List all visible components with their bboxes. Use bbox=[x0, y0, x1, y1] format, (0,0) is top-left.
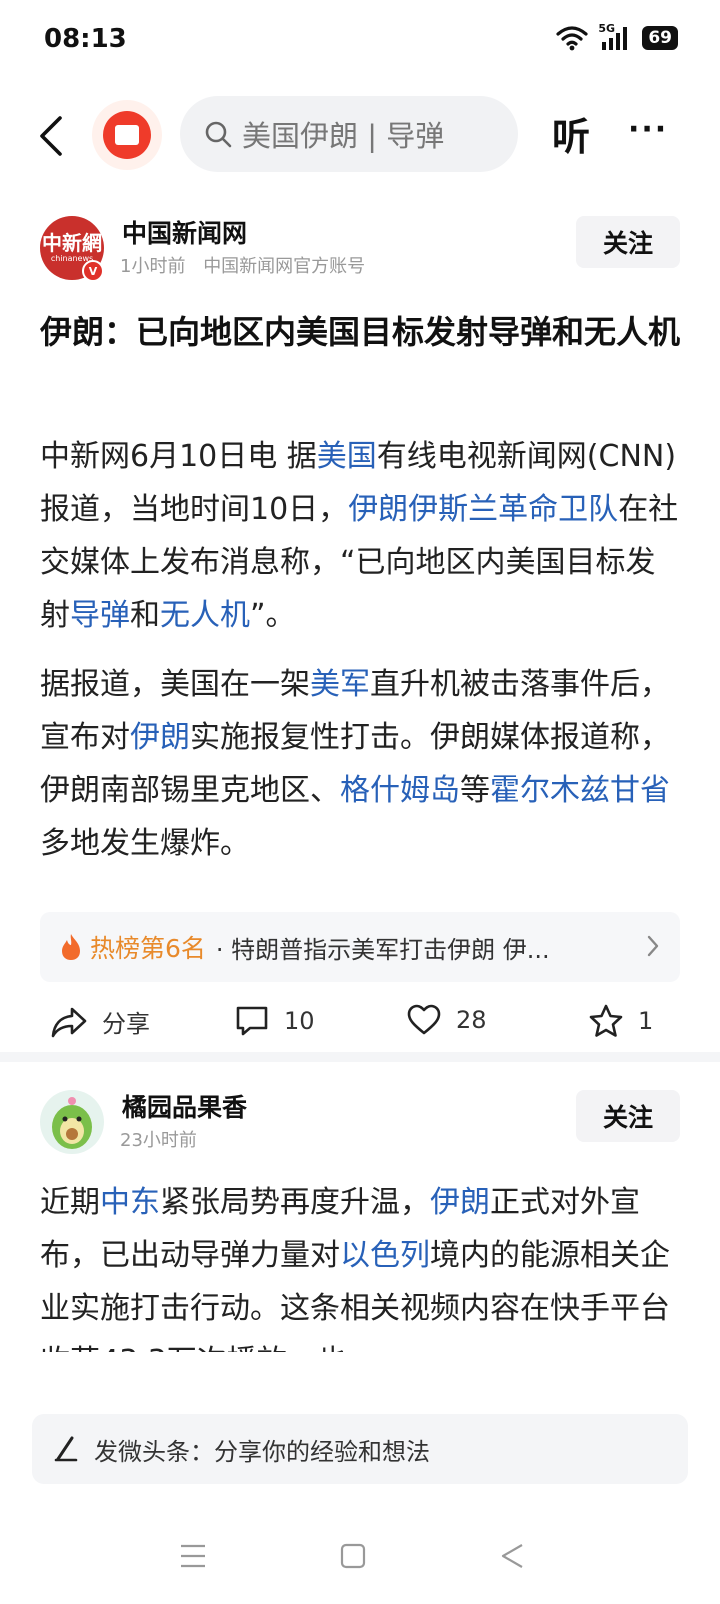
system-nav-bar bbox=[0, 1530, 720, 1590]
search-icon bbox=[205, 121, 232, 148]
back-triangle-icon[interactable] bbox=[500, 1542, 526, 1570]
hot-list-bar[interactable]: 热榜第6名 · 特朗普指示美军打击伊朗 伊... bbox=[40, 912, 680, 982]
paragraph-text: ”。 bbox=[250, 598, 296, 633]
listen-button[interactable]: 听 bbox=[552, 106, 590, 161]
favorite-button[interactable]: 1 bbox=[588, 1004, 653, 1038]
share-button[interactable]: 分享 bbox=[50, 1004, 150, 1039]
author-meta: 23小时前 bbox=[120, 1126, 197, 1152]
search-placeholder: 美国伊朗 | 导弹 bbox=[242, 119, 445, 153]
keyword-link[interactable]: 以色列 bbox=[340, 1238, 430, 1273]
toutiao-logo-icon bbox=[103, 111, 151, 159]
verified-badge-icon: V bbox=[82, 260, 104, 282]
favorite-count: 1 bbox=[638, 1007, 654, 1035]
author-avatar[interactable] bbox=[40, 1090, 104, 1154]
share-icon bbox=[51, 1007, 87, 1037]
author-name[interactable]: 中国新闻网 bbox=[122, 214, 247, 250]
keyword-link[interactable]: 霍尔木兹甘省 bbox=[490, 773, 670, 808]
post-time: 1小时前 bbox=[120, 256, 186, 277]
comment-icon bbox=[236, 1006, 268, 1036]
comment-count: 10 bbox=[284, 1007, 315, 1035]
status-bar: 08:13 5G 69 bbox=[0, 0, 720, 80]
account-type: 中国新闻网官方账号 bbox=[203, 256, 366, 277]
paragraph-text: 多地发生爆炸。 bbox=[40, 826, 250, 861]
keyword-link[interactable]: 导弹 bbox=[70, 598, 130, 633]
keyword-link[interactable]: 美国 bbox=[317, 439, 377, 474]
status-time: 08:13 bbox=[44, 24, 127, 54]
follow-button[interactable]: 关注 bbox=[576, 1090, 680, 1142]
pen-icon bbox=[54, 1436, 78, 1462]
menu-icon[interactable] bbox=[180, 1542, 206, 1570]
battery-indicator: 69 bbox=[642, 26, 678, 50]
comment-button[interactable]: 10 bbox=[234, 1004, 315, 1038]
keyword-link[interactable]: 格什姆岛 bbox=[340, 773, 460, 808]
wifi-icon bbox=[556, 26, 588, 51]
paragraph-text: 近期 bbox=[40, 1185, 100, 1220]
compose-placeholder: 发微头条：分享你的经验和想法 bbox=[94, 1437, 430, 1466]
article-paragraph: 据报道，美国在一架美军直升机被击落事件后，宣布对伊朗实施报复性打击。伊朗媒体报道… bbox=[40, 658, 680, 870]
network-type: 5G bbox=[598, 22, 632, 52]
app-logo-button[interactable] bbox=[92, 100, 162, 170]
paragraph-text: 等 bbox=[460, 773, 490, 808]
follow-button[interactable]: 关注 bbox=[576, 216, 680, 268]
signal-icon bbox=[602, 27, 628, 50]
post-time: 23小时前 bbox=[120, 1130, 197, 1151]
star-icon bbox=[589, 1004, 623, 1037]
home-icon[interactable] bbox=[340, 1542, 366, 1570]
keyword-link[interactable]: 伊朗 bbox=[430, 1185, 490, 1220]
share-label: 分享 bbox=[102, 1010, 150, 1038]
compose-bar[interactable]: 发微头条：分享你的经验和想法 bbox=[32, 1414, 688, 1484]
paragraph-text: 据报道，美国在一架 bbox=[40, 667, 310, 702]
like-count: 28 bbox=[456, 1006, 487, 1034]
status-icons: 5G 69 bbox=[556, 22, 678, 52]
article-title[interactable]: 伊朗：已向地区内美国目标发射导弹和无人机 bbox=[40, 306, 680, 358]
keyword-link[interactable]: 中东 bbox=[100, 1185, 160, 1220]
more-options-button[interactable]: ··· bbox=[628, 112, 668, 147]
post-text[interactable]: 近期中东紧张局势再度升温，伊朗正式对外宣布，已出动导弹力量对以色列境内的能源相关… bbox=[40, 1176, 680, 1352]
section-divider bbox=[0, 1052, 720, 1062]
paragraph-text: 紧张局势再度升温， bbox=[160, 1185, 430, 1220]
article-paragraph: 中新网6月10日电 据美国有线电视新闻网(CNN)报道，当地时间10日，伊朗伊斯… bbox=[40, 430, 680, 642]
back-button[interactable] bbox=[26, 108, 76, 164]
author-name[interactable]: 橘园品果香 bbox=[122, 1088, 247, 1124]
heart-icon bbox=[407, 1004, 441, 1035]
keyword-link[interactable]: 无人机 bbox=[160, 598, 250, 633]
like-button[interactable]: 28 bbox=[406, 1004, 487, 1036]
top-nav: 美国伊朗 | 导弹 听 ··· bbox=[0, 92, 720, 178]
avocado-avatar-icon bbox=[52, 1097, 92, 1149]
chevron-right-icon bbox=[647, 935, 659, 957]
search-bar[interactable]: 美国伊朗 | 导弹 bbox=[180, 96, 518, 172]
hot-topic-title: · 特朗普指示美军打击伊朗 伊... bbox=[215, 935, 550, 964]
paragraph-text: 中新网6月10日电 据 bbox=[40, 439, 317, 474]
author-meta: 1小时前 中国新闻网官方账号 bbox=[120, 252, 365, 278]
keyword-link[interactable]: 伊朗伊斯兰革命卫队 bbox=[348, 492, 618, 527]
keyword-link[interactable]: 伊朗 bbox=[130, 720, 190, 755]
fire-icon bbox=[62, 934, 80, 960]
hot-rank: 热榜第6名 bbox=[90, 934, 206, 963]
paragraph-text: 和 bbox=[130, 598, 160, 633]
keyword-link[interactable]: 美军 bbox=[310, 667, 370, 702]
back-arrow-icon bbox=[40, 116, 62, 156]
